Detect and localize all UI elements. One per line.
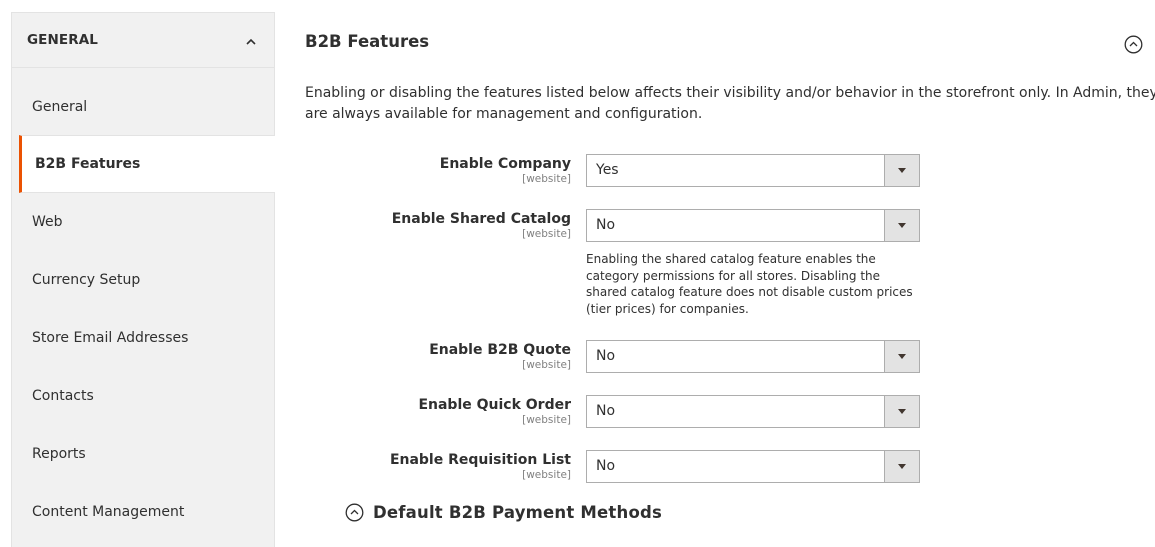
enable-shared-catalog-select[interactable]: No bbox=[586, 209, 920, 242]
circle-chevron-up-icon bbox=[345, 503, 364, 522]
sidebar-group-title: GENERAL bbox=[27, 32, 98, 48]
select-value: Yes bbox=[596, 162, 619, 178]
field-label: Enable B2B Quote bbox=[429, 342, 571, 358]
field-label: Enable Quick Order bbox=[418, 397, 571, 413]
sidebar-item-b2b-features[interactable]: B2B Features bbox=[19, 135, 275, 193]
field-label: Enable Shared Catalog bbox=[391, 211, 571, 227]
dropdown-arrow-icon[interactable] bbox=[884, 341, 919, 372]
field-label-wrap: Enable Quick Order [website] bbox=[418, 396, 571, 426]
enable-requisition-list-select[interactable]: No bbox=[586, 450, 920, 483]
field-label-wrap: Enable Requisition List [website] bbox=[390, 451, 571, 481]
select-value: No bbox=[596, 348, 616, 364]
config-sidebar: GENERAL General B2B Features Web Currenc… bbox=[11, 12, 275, 547]
field-enable-b2b-quote: Enable B2B Quote [website] No bbox=[305, 340, 925, 374]
subsection-title: Default B2B Payment Methods bbox=[373, 503, 663, 522]
field-enable-requisition-list: Enable Requisition List [website] No bbox=[305, 450, 925, 484]
field-label-wrap: Enable Company [website] bbox=[440, 155, 571, 185]
select-value: No bbox=[596, 403, 616, 419]
sidebar-item-label: Contacts bbox=[32, 388, 94, 404]
field-scope: [website] bbox=[522, 173, 571, 185]
chevron-up-icon bbox=[246, 38, 256, 45]
field-enable-shared-catalog: Enable Shared Catalog [website] No Enabl… bbox=[305, 209, 925, 316]
dropdown-arrow-icon[interactable] bbox=[884, 451, 919, 482]
sidebar-item-store-email-addresses[interactable]: Store Email Addresses bbox=[12, 309, 274, 367]
sidebar-item-label: Web bbox=[32, 214, 63, 230]
field-label-wrap: Enable B2B Quote [website] bbox=[429, 341, 571, 371]
dropdown-arrow-icon[interactable] bbox=[884, 155, 919, 186]
field-label-wrap: Enable Shared Catalog [website] bbox=[392, 210, 571, 240]
sidebar-item-content-management[interactable]: Content Management bbox=[12, 483, 274, 541]
sidebar-item-contacts[interactable]: Contacts bbox=[12, 367, 274, 425]
dropdown-arrow-icon[interactable] bbox=[884, 210, 919, 241]
sidebar-item-currency-setup[interactable]: Currency Setup bbox=[12, 251, 274, 309]
select-value: No bbox=[596, 458, 616, 474]
dropdown-arrow-icon[interactable] bbox=[884, 396, 919, 427]
enable-company-select[interactable]: Yes bbox=[586, 154, 920, 187]
subsection-default-b2b-payment-methods[interactable]: Default B2B Payment Methods bbox=[345, 503, 662, 522]
field-enable-quick-order: Enable Quick Order [website] No bbox=[305, 395, 925, 429]
section-title[interactable]: B2B Features bbox=[305, 32, 429, 51]
section-intro: Enabling or disabling the features liste… bbox=[305, 85, 1155, 122]
circle-chevron-up-icon[interactable] bbox=[1124, 35, 1143, 54]
sidebar-item-label: Currency Setup bbox=[32, 272, 141, 288]
field-enable-company: Enable Company [website] Yes bbox=[305, 154, 925, 188]
sidebar-item-web[interactable]: Web bbox=[12, 193, 274, 251]
enable-quick-order-select[interactable]: No bbox=[586, 395, 920, 428]
field-label: Enable Requisition List bbox=[389, 452, 571, 468]
sidebar-item-general[interactable]: General bbox=[12, 68, 274, 135]
sidebar-item-label: General bbox=[32, 99, 88, 115]
field-note: Enabling the shared catalog feature enab… bbox=[586, 252, 913, 316]
field-label: Enable Company bbox=[439, 156, 571, 172]
enable-b2b-quote-select[interactable]: No bbox=[586, 340, 920, 373]
select-value: No bbox=[596, 217, 616, 233]
field-scope: [website] bbox=[522, 414, 571, 426]
sidebar-item-reports[interactable]: Reports bbox=[12, 425, 274, 483]
sidebar-item-label: Reports bbox=[32, 446, 86, 462]
sidebar-group-general[interactable]: GENERAL bbox=[12, 13, 274, 68]
field-scope: [website] bbox=[522, 469, 571, 481]
sidebar-item-label: Store Email Addresses bbox=[32, 330, 189, 346]
field-scope: [website] bbox=[522, 359, 571, 371]
sidebar-item-label: B2B Features bbox=[35, 156, 141, 172]
field-scope: [website] bbox=[522, 228, 571, 240]
sidebar-item-label: Content Management bbox=[32, 504, 185, 520]
